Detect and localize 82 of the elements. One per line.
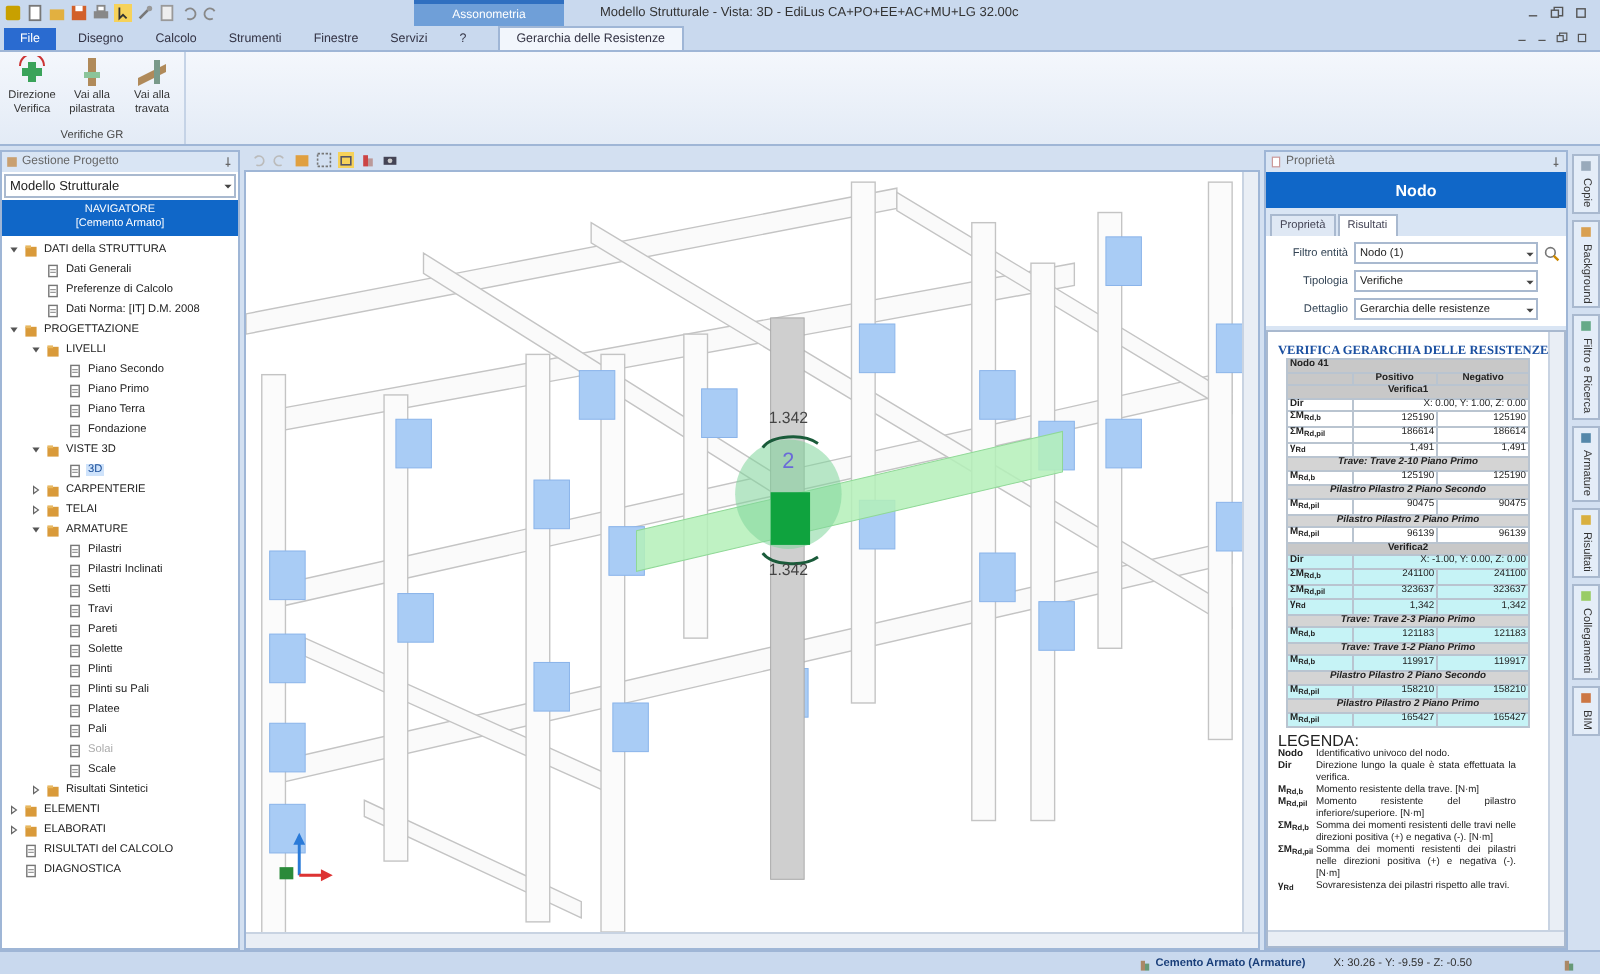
page-icon xyxy=(46,263,60,277)
diagram-label: 1.342 xyxy=(768,409,809,428)
pin-icon xyxy=(1550,156,1562,168)
redo-icon xyxy=(272,152,288,168)
folder-icon xyxy=(24,243,38,257)
legend-title: LEGENDA: xyxy=(1278,732,1360,751)
dropdown-arrow-icon xyxy=(1524,247,1536,259)
save-icon xyxy=(70,4,88,22)
wrench-icon xyxy=(136,4,154,22)
restore-icon[interactable] xyxy=(1550,6,1564,20)
page-icon xyxy=(68,743,82,757)
page-icon xyxy=(68,643,82,657)
folder-icon xyxy=(46,783,60,797)
vertical-scrollbar[interactable] xyxy=(1548,332,1564,930)
folder-icon xyxy=(24,803,38,817)
frame-icon xyxy=(338,152,354,168)
page-icon xyxy=(68,363,82,377)
page-icon xyxy=(68,583,82,597)
page-icon xyxy=(68,623,82,637)
caret-icon[interactable] xyxy=(30,344,42,356)
undo-icon xyxy=(250,152,266,168)
page-icon xyxy=(68,663,82,677)
caret-icon[interactable] xyxy=(30,784,42,796)
axis-icon xyxy=(279,832,333,882)
page-icon xyxy=(158,4,176,22)
page-icon xyxy=(46,283,60,297)
search-icon xyxy=(1544,245,1560,261)
cross-icon xyxy=(16,56,48,88)
caret-icon[interactable] xyxy=(30,444,42,456)
dropdown-arrow-icon xyxy=(1524,303,1536,315)
vertical-scrollbar[interactable] xyxy=(1242,172,1258,932)
page-icon xyxy=(68,463,82,477)
caret-icon[interactable] xyxy=(30,524,42,536)
app-icon xyxy=(4,4,22,22)
folder-icon xyxy=(24,823,38,837)
page-icon xyxy=(46,303,60,317)
new-file-icon xyxy=(26,4,44,22)
restore-icon[interactable] xyxy=(1556,32,1568,44)
dropdown-arrow-icon xyxy=(222,180,234,192)
diagram-label: 1.342 xyxy=(768,561,809,580)
panel-header: Nodo xyxy=(1266,172,1566,208)
page-icon xyxy=(68,703,82,717)
horizontal-scrollbar[interactable] xyxy=(1268,930,1564,946)
page-icon xyxy=(68,763,82,777)
printer-icon xyxy=(92,4,110,22)
page-icon xyxy=(24,863,38,877)
caret-icon[interactable] xyxy=(8,324,20,336)
caret-icon[interactable] xyxy=(30,484,42,496)
building-icon xyxy=(1562,957,1576,971)
folder-icon xyxy=(46,523,60,537)
page-icon xyxy=(68,723,82,737)
zoom-window-icon xyxy=(316,152,332,168)
page-icon xyxy=(68,423,82,437)
folder-icon xyxy=(24,323,38,337)
folder-icon xyxy=(48,4,66,22)
folder-icon xyxy=(46,343,60,357)
page-icon xyxy=(68,403,82,417)
folder-icon xyxy=(46,443,60,457)
page-icon xyxy=(68,683,82,697)
page-icon xyxy=(68,383,82,397)
caret-icon[interactable] xyxy=(8,244,20,256)
pointer-icon xyxy=(114,4,132,22)
page-icon xyxy=(68,563,82,577)
caret-icon[interactable] xyxy=(8,824,20,836)
page-icon xyxy=(24,843,38,857)
folder-icon xyxy=(46,483,60,497)
page-icon xyxy=(68,603,82,617)
caret-icon[interactable] xyxy=(30,504,42,516)
pin-icon xyxy=(222,156,234,168)
page-icon xyxy=(68,543,82,557)
dropdown-arrow-icon xyxy=(1524,275,1536,287)
box-icon xyxy=(294,152,310,168)
redo-icon xyxy=(202,4,220,22)
undo-icon xyxy=(180,4,198,22)
diagram-label: 2 xyxy=(782,449,795,474)
folder-icon xyxy=(46,503,60,517)
beam-icon xyxy=(136,56,168,88)
caret-icon[interactable] xyxy=(8,804,20,816)
building-icon xyxy=(360,152,376,168)
building-icon xyxy=(1137,957,1152,971)
camera-icon xyxy=(382,152,398,168)
horizontal-scrollbar[interactable] xyxy=(246,932,1258,948)
